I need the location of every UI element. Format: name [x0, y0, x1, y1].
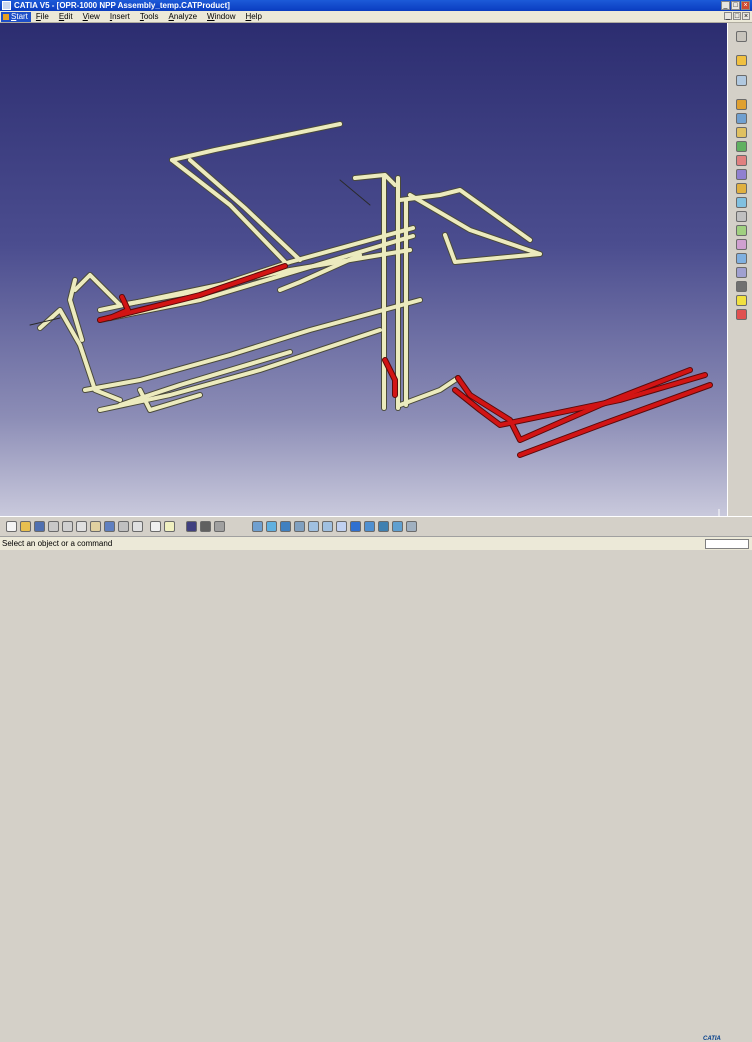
normal-view-icon[interactable]	[336, 521, 347, 532]
new-icon[interactable]	[6, 521, 17, 532]
axis-compass-icon	[709, 508, 727, 516]
constraint-icon[interactable]	[736, 127, 747, 138]
copy-icon[interactable]	[76, 521, 87, 532]
window-title: CATIA V5 - [OPR-1000 NPP Assembly_temp.C…	[14, 1, 230, 10]
minimize-button[interactable]: _	[721, 1, 730, 10]
undo-icon[interactable]	[104, 521, 115, 532]
paste-icon[interactable]	[90, 521, 101, 532]
shading-icon[interactable]	[364, 521, 375, 532]
section-icon[interactable]	[736, 197, 747, 208]
command-input[interactable]	[705, 539, 749, 549]
menu-start-label: Start	[11, 11, 28, 21]
window-controls: _ □ ×	[721, 1, 750, 10]
hide-show-icon[interactable]	[378, 521, 389, 532]
3d-viewport[interactable]	[0, 23, 727, 516]
compass-icon[interactable]	[736, 31, 747, 42]
menu-start[interactable]: Start	[1, 11, 31, 22]
maximize-button[interactable]: □	[731, 1, 740, 10]
properties-icon[interactable]	[214, 521, 225, 532]
pipe-assembly-model[interactable]	[0, 23, 727, 516]
publish-icon[interactable]	[736, 253, 747, 264]
zoom-out-icon[interactable]	[322, 521, 333, 532]
iso-view-icon[interactable]	[350, 521, 361, 532]
save-icon[interactable]	[34, 521, 45, 532]
catia-logo: CATIA	[703, 1036, 721, 1042]
right-toolbar	[727, 23, 752, 516]
status-bar: Select an object or a command	[0, 536, 752, 550]
sketch-icon[interactable]	[736, 75, 747, 86]
zoom-in-icon[interactable]	[308, 521, 319, 532]
render-icon[interactable]	[406, 521, 417, 532]
document-window-controls: _ □ ×	[724, 12, 750, 20]
comment-icon[interactable]	[164, 521, 175, 532]
menu-analyze[interactable]: Analyze	[164, 12, 202, 22]
menu-file[interactable]: File	[31, 12, 54, 22]
camera-icon[interactable]	[736, 281, 747, 292]
menu-bar: Start File Edit View Insert Tools Analyz…	[0, 11, 752, 23]
doc-minimize-button[interactable]: _	[724, 12, 732, 20]
catia-app-icon	[2, 1, 11, 10]
light-icon[interactable]	[736, 295, 747, 306]
print-icon[interactable]	[48, 521, 59, 532]
start-icon	[3, 13, 9, 20]
menu-tools[interactable]: Tools	[135, 12, 164, 22]
fly-icon[interactable]	[252, 521, 263, 532]
whats-this-icon[interactable]	[132, 521, 143, 532]
menu-help[interactable]: Help	[240, 12, 266, 22]
fit-all-icon[interactable]	[266, 521, 277, 532]
swap-space-icon[interactable]	[392, 521, 403, 532]
explode-icon[interactable]	[736, 169, 747, 180]
redo-icon[interactable]	[118, 521, 129, 532]
delete-icon[interactable]	[736, 309, 747, 320]
assembly-icon[interactable]	[736, 113, 747, 124]
doc-close-button[interactable]: ×	[742, 12, 750, 20]
title-bar: CATIA V5 - [OPR-1000 NPP Assembly_temp.C…	[0, 0, 752, 11]
open-icon[interactable]	[20, 521, 31, 532]
close-button[interactable]: ×	[741, 1, 750, 10]
scene-icon[interactable]	[736, 239, 747, 250]
measure-icon[interactable]	[736, 211, 747, 222]
menu-window[interactable]: Window	[202, 12, 240, 22]
snap-icon[interactable]	[736, 155, 747, 166]
rotate-icon[interactable]	[294, 521, 305, 532]
tree-icon[interactable]	[736, 267, 747, 278]
bottom-toolbar: CATIA	[0, 516, 752, 1042]
menu-insert[interactable]: Insert	[105, 12, 135, 22]
move-icon[interactable]	[736, 141, 747, 152]
catalog-icon[interactable]	[186, 521, 197, 532]
menu-edit[interactable]: Edit	[54, 12, 78, 22]
part-icon[interactable]	[736, 99, 747, 110]
formula-icon[interactable]	[150, 521, 161, 532]
pan-icon[interactable]	[280, 521, 291, 532]
select-icon[interactable]	[736, 55, 747, 66]
catalog-icon[interactable]	[736, 225, 747, 236]
doc-restore-button[interactable]: □	[733, 12, 741, 20]
cut-icon[interactable]	[62, 521, 73, 532]
knowledge-icon[interactable]	[200, 521, 211, 532]
status-message: Select an object or a command	[2, 539, 113, 548]
menu-view[interactable]: View	[78, 12, 105, 22]
clash-icon[interactable]	[736, 183, 747, 194]
